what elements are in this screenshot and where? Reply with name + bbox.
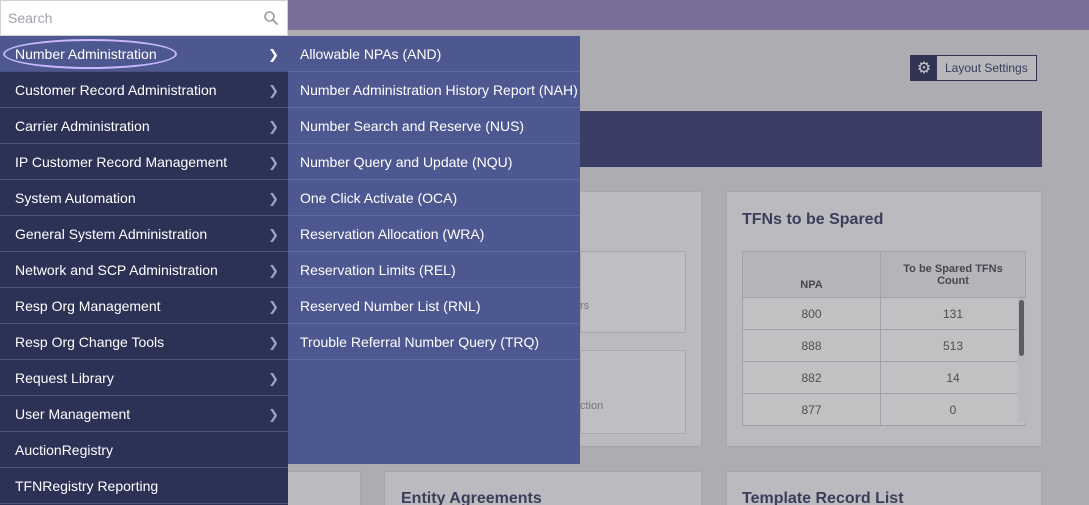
chevron-right-icon: ❯ [268, 299, 279, 314]
menu-item-system-automation[interactable]: System Automation ❯ [0, 180, 288, 216]
submenu-item-nus[interactable]: Number Search and Reserve (NUS) [288, 108, 580, 144]
menu-item-resp-org-change-tools[interactable]: Resp Org Change Tools ❯ [0, 324, 288, 360]
count-cell: 513 [880, 329, 1026, 362]
partial-text: rs [580, 300, 590, 312]
submenu-item-and[interactable]: Allowable NPAs (AND) [288, 36, 580, 72]
menu-item-carrier-administration[interactable]: Carrier Administration ❯ [0, 108, 288, 144]
middle-subcard-1 [580, 251, 686, 333]
count-cell: 131 [880, 297, 1026, 330]
menu-item-label: Resp Org Change Tools [15, 333, 165, 350]
menu-item-number-administration[interactable]: Number Administration ❯ [0, 36, 288, 72]
menu-item-label: System Automation [15, 189, 136, 206]
column-header-npa: NPA [742, 251, 881, 298]
menu-item-label: AuctionRegistry [15, 441, 114, 458]
menu-item-label: Network and SCP Administration [15, 261, 218, 278]
submenu-item-oca[interactable]: One Click Activate (OCA) [288, 180, 580, 216]
menu-item-label: Resp Org Management [15, 297, 161, 314]
chevron-right-icon: ❯ [268, 407, 279, 422]
chevron-right-icon: ❯ [268, 263, 279, 278]
menu-item-label: General System Administration [15, 225, 208, 242]
menu-item-label: TFNRegistry Reporting [15, 477, 159, 494]
menu-item-label: IP Customer Record Management [15, 153, 228, 170]
menu-item-label: Customer Record Administration [15, 81, 217, 98]
table-row: 882 14 [742, 361, 1026, 394]
submenu-item-rnl[interactable]: Reserved Number List (RNL) [288, 288, 580, 324]
column-header-count: To be Spared TFNs Count [880, 251, 1026, 298]
menu-item-general-system-administration[interactable]: General System Administration ❯ [0, 216, 288, 252]
chevron-right-icon: ❯ [268, 83, 279, 98]
npa-cell: 800 [742, 297, 881, 330]
entity-agreements-title: Entity Agreements [401, 490, 542, 505]
menu-item-auction-registry[interactable]: AuctionRegistry [0, 432, 288, 468]
gear-icon: ⚙ [911, 56, 937, 80]
chevron-right-icon: ❯ [268, 227, 279, 242]
menu-item-label: Request Library [15, 369, 114, 386]
chevron-right-icon: ❯ [268, 155, 279, 170]
submenu-item-nqu[interactable]: Number Query and Update (NQU) [288, 144, 580, 180]
chevron-right-icon: ❯ [268, 191, 279, 206]
menu-item-request-library[interactable]: Request Library ❯ [0, 360, 288, 396]
submenu-item-rel[interactable]: Reservation Limits (REL) [288, 252, 580, 288]
menu-item-user-management[interactable]: User Management ❯ [0, 396, 288, 432]
table-row: 888 513 [742, 329, 1026, 362]
menu-item-ip-customer-record-management[interactable]: IP Customer Record Management ❯ [0, 144, 288, 180]
submenu-number-administration: Allowable NPAs (AND) Number Administrati… [288, 36, 580, 464]
partial-text: ction [580, 400, 604, 412]
menu-item-network-and-scp-administration[interactable]: Network and SCP Administration ❯ [0, 252, 288, 288]
search-icon[interactable] [263, 10, 279, 26]
chevron-right-icon: ❯ [268, 119, 279, 134]
layout-settings-button[interactable]: ⚙ Layout Settings [910, 55, 1037, 81]
count-cell: 0 [880, 393, 1026, 426]
middle-subcard-2 [580, 350, 686, 434]
search-input[interactable] [1, 10, 251, 26]
tfn-spared-title: TFNs to be Spared [742, 211, 884, 228]
menu-item-label: Number Administration [15, 45, 157, 62]
submenu-item-nah[interactable]: Number Administration History Report (NA… [288, 72, 580, 108]
table-row: 800 131 [742, 297, 1026, 330]
submenu-item-wra[interactable]: Reservation Allocation (WRA) [288, 216, 580, 252]
layout-settings-label: Layout Settings [945, 61, 1028, 75]
menu-item-tfnregistry-reporting[interactable]: TFNRegistry Reporting [0, 468, 288, 504]
template-record-list-title: Template Record List [742, 490, 904, 505]
count-cell: 14 [880, 361, 1026, 394]
npa-cell: 888 [742, 329, 881, 362]
search-box [0, 0, 288, 36]
npa-cell: 882 [742, 361, 881, 394]
menu-item-label: Carrier Administration [15, 117, 150, 134]
submenu-item-trq[interactable]: Trouble Referral Number Query (TRQ) [288, 324, 580, 360]
chevron-right-icon: ❯ [268, 335, 279, 350]
menu-item-customer-record-administration[interactable]: Customer Record Administration ❯ [0, 72, 288, 108]
npa-cell: 877 [742, 393, 881, 426]
chevron-right-icon: ❯ [268, 371, 279, 386]
chevron-right-icon: ❯ [268, 47, 279, 62]
menu-item-resp-org-management[interactable]: Resp Org Management ❯ [0, 288, 288, 324]
nav-menu: Number Administration ❯ Customer Record … [0, 36, 288, 505]
tfn-spared-table: NPA To be Spared TFNs Count 800 131 888 … [742, 251, 1026, 426]
table-row: 877 0 [742, 393, 1026, 426]
table-scrollbar-thumb[interactable] [1019, 300, 1024, 356]
dashboard-banner [560, 111, 1042, 167]
menu-item-label: User Management [15, 405, 131, 422]
